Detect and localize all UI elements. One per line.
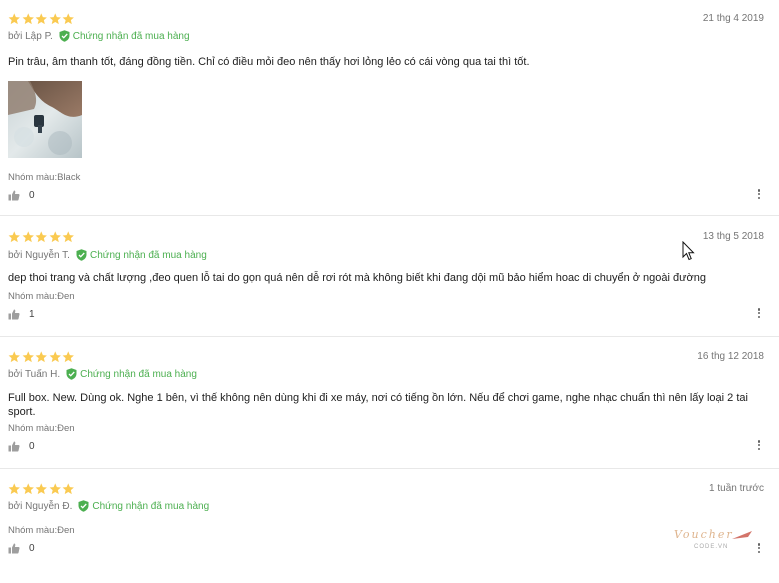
shield-check-icon xyxy=(59,30,73,42)
review-content: Pin trâu, âm thanh tốt, đáng đồng tiền. … xyxy=(8,56,530,68)
star-icon xyxy=(49,351,62,363)
star-icon xyxy=(62,351,75,363)
like-button[interactable]: 1 xyxy=(8,309,35,320)
star-icon xyxy=(22,483,35,495)
star-icon xyxy=(8,483,21,495)
review-author: bởi Nguyễn Đ. xyxy=(8,500,73,512)
verified-label: Chứng nhận đã mua hàng xyxy=(80,368,197,380)
more-options-button[interactable] xyxy=(757,308,761,320)
verified-badge: Chứng nhận đã mua hàng xyxy=(66,368,197,380)
review-date: 21 thg 4 2019 xyxy=(702,13,764,24)
svg-text:Voucher: Voucher xyxy=(674,528,734,541)
shield-check-icon xyxy=(76,249,90,261)
like-count: 0 xyxy=(29,543,35,554)
review-author-line: bởi Nguyễn T. Chứng nhận đã mua hàng xyxy=(8,249,207,261)
like-button[interactable]: 0 xyxy=(8,441,35,452)
review-photo-thumbnail[interactable] xyxy=(8,81,82,158)
verified-badge: Chứng nhận đã mua hàng xyxy=(59,30,190,42)
review-author-line: bởi Lập P. Chứng nhận đã mua hàng xyxy=(8,30,190,42)
review-sku: Nhóm màu:Đen xyxy=(8,525,75,536)
star-icon xyxy=(22,13,35,25)
star-icon xyxy=(49,13,62,25)
review-date: 1 tuần trước xyxy=(709,483,764,494)
thumbs-up-icon xyxy=(8,543,29,554)
star-icon xyxy=(22,351,35,363)
review-item: 21 thg 4 2019 bởi Lập P. Chứng nhận đã m… xyxy=(0,0,779,216)
like-button[interactable]: 0 xyxy=(8,543,35,554)
thumbs-up-icon xyxy=(8,190,29,201)
review-item: 1 tuần trước bởi Nguyễn Đ. Chứng nhận đã… xyxy=(0,470,779,583)
star-icon xyxy=(49,483,62,495)
star-icon xyxy=(8,351,21,363)
review-content: Full box. New. Dùng ok. Nghe 1 bên, vì t… xyxy=(8,392,748,418)
rating-stars xyxy=(8,13,75,25)
svg-text:CODE.VN: CODE.VN xyxy=(694,544,728,550)
review-date: 13 thg 5 2018 xyxy=(702,231,764,242)
verified-label: Chứng nhận đã mua hàng xyxy=(89,249,207,261)
verified-badge: Chứng nhận đã mua hàng xyxy=(78,500,209,512)
star-icon xyxy=(62,231,75,243)
mouse-cursor-icon xyxy=(682,241,695,261)
review-author-line: bởi Tuấn H. Chứng nhận đã mua hàng xyxy=(8,368,197,380)
thumbs-up-icon xyxy=(8,441,29,452)
rating-stars xyxy=(8,231,75,243)
review-sku: Nhóm màu:Đen xyxy=(8,423,75,434)
review-sku: Nhóm màu:Black xyxy=(8,172,81,183)
review-author: bởi Nguyễn T. xyxy=(8,249,70,261)
verified-badge: Chứng nhận đã mua hàng xyxy=(76,249,207,261)
verified-label: Chứng nhận đã mua hàng xyxy=(92,500,210,512)
star-icon xyxy=(35,483,48,495)
star-icon xyxy=(35,351,48,363)
review-item: 16 thg 12 2018 bởi Tuấn H. Chứng nhận đã… xyxy=(0,338,779,469)
more-options-button[interactable] xyxy=(757,543,761,555)
thumbs-up-icon xyxy=(8,309,29,320)
star-icon xyxy=(8,231,21,243)
like-count: 0 xyxy=(29,441,35,452)
rating-stars xyxy=(8,483,75,495)
review-sku: Nhóm màu:Đen xyxy=(8,291,75,302)
verified-label: Chứng nhận đã mua hàng xyxy=(72,30,190,42)
like-count: 1 xyxy=(29,309,35,320)
review-item: 13 thg 5 2018 bởi Nguyễn T. Chứng nhận đ… xyxy=(0,217,779,337)
star-icon xyxy=(62,483,75,495)
like-button[interactable]: 0 xyxy=(8,190,35,201)
shield-check-icon xyxy=(78,500,92,512)
more-options-button[interactable] xyxy=(757,189,761,201)
star-icon xyxy=(35,231,48,243)
more-options-button[interactable] xyxy=(757,440,761,452)
review-content: dep thoi trang và chất lượng ,đeo quen l… xyxy=(8,272,706,284)
star-icon xyxy=(8,13,21,25)
star-icon xyxy=(62,13,75,25)
rating-stars xyxy=(8,351,75,363)
star-icon xyxy=(49,231,62,243)
watermark-logo: Voucher CODE.VN xyxy=(672,527,757,551)
shield-check-icon xyxy=(66,368,80,380)
review-author: bởi Tuấn H. xyxy=(8,368,61,380)
review-date: 16 thg 12 2018 xyxy=(697,351,764,362)
review-author-line: bởi Nguyễn Đ. Chứng nhận đã mua hàng xyxy=(8,500,209,512)
like-count: 0 xyxy=(29,190,35,201)
review-author: bởi Lập P. xyxy=(8,30,53,42)
star-icon xyxy=(35,13,48,25)
star-icon xyxy=(22,231,35,243)
